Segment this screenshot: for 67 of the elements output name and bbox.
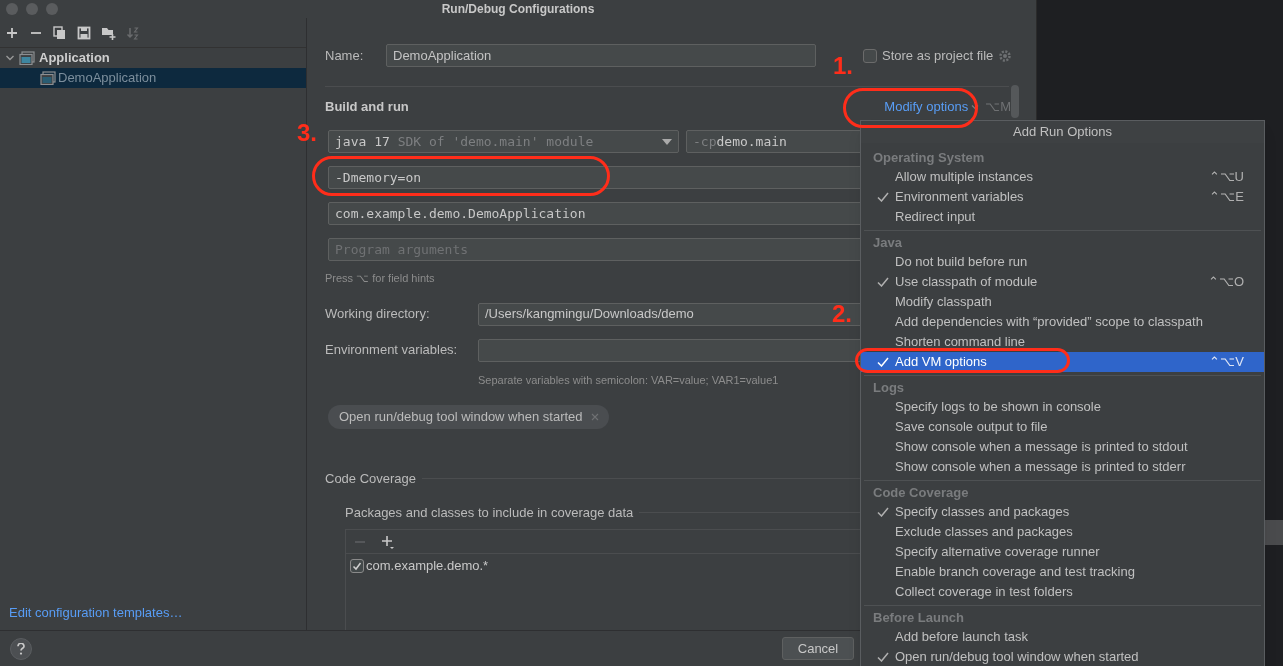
check-icon	[877, 652, 889, 662]
menu-item[interactable]: Open run/debug tool window when started	[861, 647, 1264, 666]
section-header: Code Coverage	[872, 484, 970, 502]
sort-icon[interactable]	[126, 25, 140, 40]
menu-item[interactable]: Shorten command line	[861, 332, 1264, 352]
section-header: Logs	[872, 379, 906, 397]
check-icon	[877, 277, 889, 287]
menu-item[interactable]: Enable branch coverage and test tracking	[861, 562, 1264, 582]
help-button[interactable]	[10, 637, 32, 660]
check-icon	[877, 192, 889, 202]
field-label: Environment variables:	[325, 341, 459, 360]
window-title: Run/Debug Configurations	[441, 1, 595, 18]
save-icon[interactable]	[77, 25, 91, 40]
cancel-button[interactable]: Cancel	[782, 637, 854, 660]
modify-options-link[interactable]: Modify options	[884, 97, 980, 117]
section-title: Build and run	[325, 98, 409, 117]
check-icon	[877, 507, 889, 517]
dropdown-arrow-icon	[662, 138, 672, 145]
menu-item[interactable]: Collect coverage in test folders	[861, 582, 1264, 602]
menu-item[interactable]: Specify logs to be shown in console	[861, 397, 1264, 417]
add-icon[interactable]	[5, 25, 19, 40]
edit-templates-link[interactable]: Edit configuration templates…	[9, 603, 183, 623]
application-icon	[19, 51, 35, 65]
checkbox[interactable]	[863, 48, 877, 63]
checkbox-label: Store as project file	[882, 46, 994, 65]
menu-item[interactable]: Save console output to file	[861, 417, 1264, 437]
gear-icon[interactable]	[998, 48, 1013, 63]
popup-title: Add Run Options	[861, 121, 1264, 143]
scrollbar[interactable]	[1011, 85, 1019, 118]
chevron-down-icon[interactable]	[5, 53, 15, 63]
hint-text: Separate variables with semicolon: VAR=value; VAR1=value1	[478, 372, 779, 388]
copy-icon[interactable]	[53, 25, 67, 40]
name-field[interactable]: DemoApplication	[386, 44, 816, 67]
window-edge	[1265, 520, 1283, 545]
section-title: Code Coverage	[325, 470, 417, 488]
tree-item[interactable]: DemoApplication	[0, 68, 306, 88]
menu-item[interactable]: Show console when a message is printed to stdout	[861, 437, 1264, 457]
step-number: 1.	[833, 54, 853, 78]
shortcut-label: ⌃⌥E	[1209, 188, 1244, 207]
field-label: Name:	[325, 46, 365, 65]
menu-item[interactable]: Show console when a message is printed to stderr	[861, 457, 1264, 477]
section-header: Before Launch	[872, 609, 965, 627]
shortcut-label: ⌃⌥O	[1207, 273, 1244, 292]
step-number: 3.	[297, 121, 317, 145]
jre-dropdown[interactable]: java 17 SDK of 'demo.main' module	[328, 130, 679, 153]
shortcut-label: ⌃⌥U	[1208, 168, 1244, 187]
menu-item[interactable]: Add VM options ⌃⌥V	[861, 352, 1264, 372]
add-icon[interactable]	[381, 534, 395, 549]
pattern-label: com.example.demo.*	[366, 557, 489, 576]
hint-text: Press ⌥ for field hints	[325, 271, 435, 286]
close-icon[interactable]	[590, 413, 599, 421]
menu-item[interactable]: Specify classes and packages	[861, 502, 1264, 522]
application-icon	[40, 71, 56, 85]
section-subtitle: Packages and classes to include in coverage data	[345, 503, 634, 522]
question-icon	[17, 642, 25, 655]
check-icon	[877, 357, 889, 367]
folder-add-icon[interactable]	[101, 25, 116, 40]
shortcut-label: ⌃⌥V	[1209, 353, 1244, 372]
menu-item[interactable]: Exclude classes and packages	[861, 522, 1264, 542]
menu-item[interactable]: Specify alternative coverage runner	[861, 542, 1264, 562]
option-chip[interactable]: Open run/debug tool window when started	[328, 405, 609, 429]
menu-item[interactable]: Add before launch task	[861, 627, 1264, 647]
field-label: Working directory:	[325, 305, 431, 324]
menu-item[interactable]: Use classpath of module ⌃⌥O	[861, 272, 1264, 292]
tree-item[interactable]: Application	[0, 48, 306, 68]
step-number: 2.	[832, 302, 852, 326]
checkbox[interactable]	[350, 559, 364, 573]
